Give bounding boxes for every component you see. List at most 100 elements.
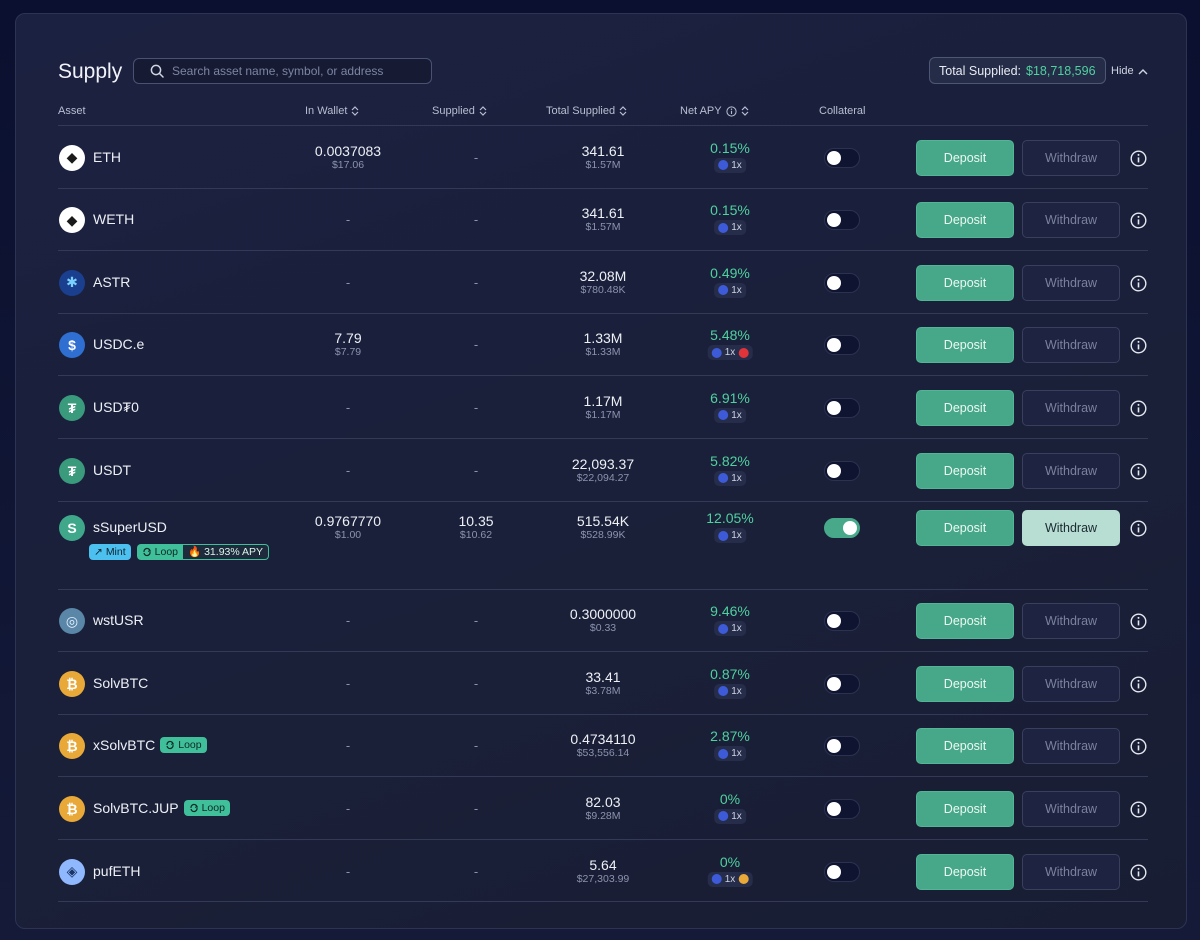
reward-token-icon [711, 347, 722, 358]
withdraw-button[interactable]: Withdraw [1022, 139, 1120, 176]
reward-multiplier[interactable]: 1x [707, 345, 753, 360]
reward-multiplier[interactable]: 1x [714, 220, 746, 235]
withdraw-button[interactable]: Withdraw [1022, 853, 1120, 890]
reward-multiplier[interactable]: 1x [714, 528, 746, 543]
deposit-button[interactable]: Deposit [916, 452, 1014, 489]
reward-multiplier[interactable]: 1x [707, 871, 753, 887]
reward-multiplier[interactable]: 1x [714, 746, 746, 761]
ssuperusd-icon: S [59, 515, 85, 541]
withdraw-button[interactable]: Withdraw [1022, 264, 1120, 301]
asset-name[interactable]: USDT [93, 462, 131, 478]
info-icon[interactable] [1130, 800, 1147, 818]
deposit-button[interactable]: Deposit [916, 389, 1014, 426]
toggle-knob [827, 614, 841, 628]
info-icon[interactable] [1130, 212, 1147, 229]
withdraw-button[interactable]: Withdraw [1022, 728, 1120, 764]
reward-multiplier[interactable]: 1x [714, 621, 746, 636]
toggle-knob [827, 400, 841, 415]
deposit-button[interactable]: Deposit [916, 264, 1014, 301]
search-input[interactable] [172, 64, 422, 78]
collateral-toggle[interactable] [824, 460, 860, 481]
deposit-button[interactable]: Deposit [916, 139, 1014, 176]
asset-name[interactable]: SolvBTC.JUP Loop [93, 799, 230, 816]
collateral-toggle[interactable] [824, 147, 860, 168]
collateral-toggle[interactable] [824, 736, 860, 756]
withdraw-button[interactable]: Withdraw [1022, 327, 1120, 363]
info-icon[interactable] [1130, 613, 1147, 630]
reward-token-icon [718, 748, 729, 759]
asset-name[interactable]: ASTR [93, 274, 130, 290]
withdraw-button[interactable]: Withdraw [1022, 510, 1120, 546]
reward-multiplier[interactable]: 1x [714, 808, 746, 824]
column-net-apy[interactable]: Net APY [680, 105, 749, 117]
reward-multiplier[interactable]: 1x [714, 683, 746, 699]
total-supplied-value: 341.61 [581, 205, 625, 221]
column-supplied[interactable]: Supplied [432, 105, 487, 117]
hide-toggle[interactable]: Hide [1111, 65, 1148, 77]
collateral-toggle[interactable] [824, 798, 860, 819]
withdraw-button[interactable]: Withdraw [1022, 202, 1120, 238]
supplied: - [474, 150, 478, 165]
total-supplied-badge: Total Supplied: $18,718,596 [929, 57, 1106, 84]
asset-name[interactable]: USD₮0 [93, 399, 139, 415]
info-icon[interactable] [1130, 337, 1147, 354]
info-icon[interactable] [1130, 738, 1147, 755]
deposit-button[interactable]: Deposit [916, 202, 1014, 238]
eth-icon: ◆ [59, 144, 85, 171]
withdraw-button[interactable]: Withdraw [1022, 452, 1120, 489]
deposit-button[interactable]: Deposit [916, 603, 1014, 639]
asset-name[interactable]: sSuperUSD [93, 519, 167, 535]
deposit-button[interactable]: Deposit [916, 327, 1014, 363]
asset-name[interactable]: USDC.e [93, 336, 144, 352]
loop-tag[interactable]: Loop [160, 737, 207, 753]
withdraw-button[interactable]: Withdraw [1022, 603, 1120, 639]
asset-name[interactable]: ETH [93, 149, 121, 165]
collateral-toggle[interactable] [824, 335, 860, 355]
asset-name[interactable]: pufETH [93, 863, 140, 879]
loop-tag[interactable]: Loop [136, 544, 184, 560]
collateral-toggle[interactable] [824, 611, 860, 631]
asset-name[interactable]: WETH [93, 211, 134, 227]
withdraw-button[interactable]: Withdraw [1022, 665, 1120, 702]
collateral-toggle[interactable] [824, 210, 860, 230]
info-icon[interactable] [1130, 274, 1147, 292]
info-icon[interactable] [1130, 520, 1147, 537]
collateral-toggle[interactable] [824, 272, 860, 293]
search-box[interactable] [133, 58, 432, 84]
reward-multiplier[interactable]: 1x [714, 157, 746, 173]
column-total-supplied-label: Total Supplied [546, 105, 616, 117]
loop-apy-tag[interactable]: Loop 🔥 31.93% APY [136, 544, 270, 560]
asset-name[interactable]: SolvBTC [93, 675, 148, 691]
info-icon[interactable] [725, 105, 737, 117]
info-icon[interactable] [1130, 149, 1147, 167]
info-icon[interactable] [1130, 399, 1147, 417]
mint-tag[interactable]: ↗ Mint [89, 544, 131, 560]
withdraw-button[interactable]: Withdraw [1022, 389, 1120, 426]
collateral-toggle[interactable] [824, 518, 860, 538]
collateral-toggle[interactable] [824, 397, 860, 418]
asset-name[interactable]: wstUSR [93, 612, 144, 628]
total-supplied-value: 0.4734110 [570, 731, 636, 747]
column-in-wallet[interactable]: In Wallet [305, 105, 359, 117]
deposit-button[interactable]: Deposit [916, 853, 1014, 890]
info-icon[interactable] [1130, 675, 1147, 693]
asset-name[interactable]: xSolvBTC Loop [93, 737, 207, 753]
deposit-button[interactable]: Deposit [916, 665, 1014, 702]
multiplier-label: 1x [724, 873, 736, 885]
column-asset: Asset [58, 105, 86, 117]
reward-multiplier[interactable]: 1x [714, 407, 746, 423]
collateral-toggle[interactable] [824, 861, 860, 882]
reward-multiplier[interactable]: 1x [714, 470, 746, 486]
column-total-supplied[interactable]: Total Supplied [546, 105, 627, 117]
table-row: ◎ wstUSR - - 0.3000000 $0.33 9.46% 1x Deposit Wit… [58, 589, 1148, 651]
loop-tag[interactable]: Loop [183, 799, 230, 816]
deposit-button[interactable]: Deposit [916, 790, 1014, 827]
info-icon[interactable] [1130, 863, 1147, 881]
deposit-button[interactable]: Deposit [916, 510, 1014, 546]
withdraw-button[interactable]: Withdraw [1022, 790, 1120, 827]
info-icon[interactable] [1130, 462, 1147, 480]
deposit-button[interactable]: Deposit [916, 728, 1014, 764]
net-apy: 9.46% 1x [710, 603, 750, 639]
reward-multiplier[interactable]: 1x [714, 282, 746, 298]
collateral-toggle[interactable] [824, 673, 860, 694]
